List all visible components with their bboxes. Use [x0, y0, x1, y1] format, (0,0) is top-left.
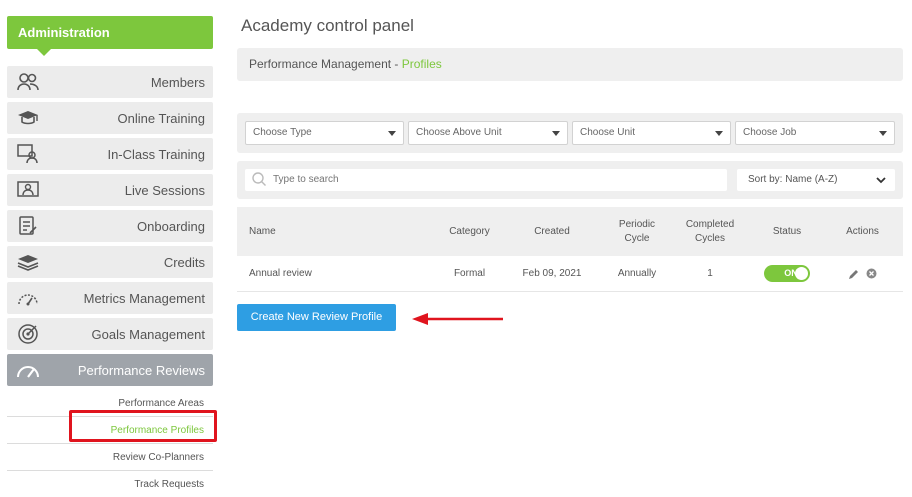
table-header: Name Category Created Periodic Cycle Com…	[237, 207, 903, 256]
select-value: Choose Job	[743, 127, 797, 138]
header-name[interactable]: Name	[249, 207, 369, 256]
page-title: Academy control panel	[241, 16, 414, 35]
row-created: Feb 09, 2021	[522, 267, 582, 279]
toggle-knob	[795, 267, 808, 280]
status-toggle[interactable]: ON	[764, 265, 810, 282]
presentation-icon	[16, 179, 40, 201]
admin-menu: Members Online Training In-Class Trainin…	[7, 66, 213, 386]
annotation-highlight-box	[69, 410, 217, 442]
delete-icon[interactable]	[866, 268, 877, 279]
performance-reviews-submenu: Performance Areas Performance Profiles R…	[7, 390, 213, 497]
select-value: Choose Above Unit	[416, 127, 502, 138]
graduation-cap-icon	[16, 107, 40, 129]
filter-bar: Choose Type Choose Above Unit Choose Uni…	[237, 113, 903, 153]
sidebar-item-onboarding[interactable]: Onboarding	[7, 210, 213, 242]
annotation-arrow-icon	[410, 312, 506, 331]
administration-header[interactable]: Administration	[7, 16, 213, 56]
sidebar-item-label: Onboarding	[137, 218, 205, 234]
header-category[interactable]: Category	[437, 207, 502, 256]
choose-unit-select[interactable]: Choose Unit	[572, 121, 731, 145]
row-periodic-cycle: Annually	[617, 267, 657, 279]
gauge-icon	[16, 287, 40, 309]
header-created[interactable]: Created	[512, 207, 592, 256]
row-actions	[837, 256, 887, 291]
sidebar-item-label: Live Sessions	[124, 182, 205, 198]
caret-down-icon	[879, 131, 887, 136]
header-completed-cycles[interactable]: Completed Cycles	[677, 207, 743, 256]
table-row: Annual review Formal Feb 09, 2021 Annual…	[237, 256, 903, 292]
select-value: Choose Type	[253, 127, 312, 138]
target-icon	[16, 323, 40, 345]
row-completed-cycles: 1	[707, 267, 713, 279]
profiles-table: Name Category Created Periodic Cycle Com…	[237, 207, 903, 292]
speedometer-icon	[16, 359, 40, 381]
chevron-down-icon	[875, 173, 887, 196]
sidebar-item-label: Metrics Management	[83, 290, 205, 306]
choose-job-select[interactable]: Choose Job	[735, 121, 895, 145]
caret-down-icon	[715, 131, 723, 136]
row-category: Formal	[453, 267, 486, 279]
sidebar-item-label: Credits	[163, 254, 205, 270]
sort-value: Sort by: Name (A-Z)	[748, 174, 838, 185]
sidebar-item-live-sessions[interactable]: Live Sessions	[7, 174, 213, 206]
choose-type-select[interactable]: Choose Type	[245, 121, 404, 145]
sidebar-item-goals-management[interactable]: Goals Management	[7, 318, 213, 350]
sidebar-item-in-class-training[interactable]: In-Class Training	[7, 138, 213, 170]
select-value: Choose Unit	[580, 127, 636, 138]
classroom-icon	[16, 143, 40, 165]
search-bar: Sort by: Name (A-Z)	[237, 161, 903, 199]
sidebar-item-members[interactable]: Members	[7, 66, 213, 98]
checklist-icon	[16, 215, 40, 237]
row-status: ON	[759, 256, 815, 291]
sidebar-item-label: In-Class Training	[107, 146, 205, 162]
breadcrumb: Performance Management - Profiles	[237, 48, 903, 81]
row-name[interactable]: Annual review	[249, 256, 399, 291]
sort-select[interactable]: Sort by: Name (A-Z)	[737, 169, 895, 191]
sidebar-item-label: Online Training	[117, 110, 205, 126]
sidebar-item-label: Performance Reviews	[77, 362, 205, 378]
layers-icon	[16, 251, 40, 273]
search-icon	[252, 172, 266, 191]
sidebar-item-credits[interactable]: Credits	[7, 246, 213, 278]
caret-down-icon	[552, 131, 560, 136]
header-periodic-cycle[interactable]: Periodic Cycle	[609, 207, 665, 256]
members-icon	[16, 71, 40, 93]
sidebar-item-metrics-management[interactable]: Metrics Management	[7, 282, 213, 314]
create-new-review-profile-button[interactable]: Create New Review Profile	[237, 304, 396, 331]
choose-above-unit-select[interactable]: Choose Above Unit	[408, 121, 568, 145]
breadcrumb-prefix: Performance Management -	[249, 57, 402, 71]
header-actions: Actions	[846, 225, 879, 237]
caret-down-icon	[388, 131, 396, 136]
search-input[interactable]	[245, 169, 727, 191]
breadcrumb-current: Profiles	[401, 57, 442, 71]
header-status: Status	[772, 225, 802, 237]
sidebar-item-label: Members	[150, 74, 205, 90]
subitem-review-co-planners[interactable]: Review Co-Planners	[7, 444, 213, 471]
sidebar-item-label: Goals Management	[91, 326, 205, 342]
sidebar-item-online-training[interactable]: Online Training	[7, 102, 213, 134]
sidebar-item-performance-reviews[interactable]: Performance Reviews	[7, 354, 213, 386]
subitem-track-requests[interactable]: Track Requests	[7, 471, 213, 497]
edit-icon[interactable]	[848, 268, 860, 280]
